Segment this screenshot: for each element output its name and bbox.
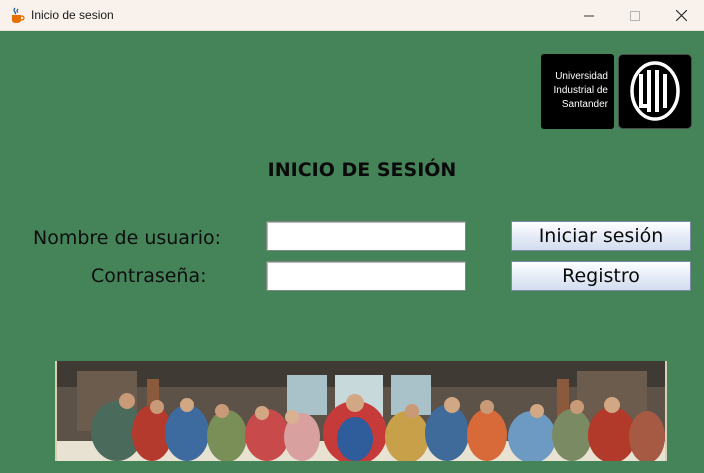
close-button[interactable] — [658, 0, 704, 31]
logo-line-1: Universidad — [555, 71, 608, 82]
login-button[interactable]: Iniciar sesión — [511, 221, 691, 251]
close-icon — [675, 6, 687, 25]
password-label: Contraseña: — [91, 265, 207, 287]
maximize-button[interactable] — [612, 0, 658, 31]
minimize-icon — [584, 6, 594, 25]
logo-wordmark: Universidad Industrial de Santander — [541, 54, 614, 129]
username-label: Nombre de usuario: — [33, 227, 222, 249]
register-button[interactable]: Registro — [511, 261, 691, 291]
login-window: Inicio de sesion Universidad Industrial … — [0, 0, 704, 473]
java-cup-icon — [9, 7, 25, 24]
university-logo: Universidad Industrial de Santander — [541, 54, 692, 129]
title-bar[interactable]: Inicio de sesion — [0, 0, 704, 31]
logo-line-2: Industrial de — [553, 85, 608, 96]
maximize-icon — [630, 6, 640, 25]
logo-line-3: Santander — [561, 99, 608, 110]
page-title: INICIO DE SESIÓN — [267, 159, 457, 181]
username-input[interactable] — [266, 221, 466, 251]
last-supper-banner-image — [55, 361, 667, 461]
window-title: Inicio de sesion — [31, 8, 114, 22]
uis-emblem-icon — [618, 54, 692, 129]
password-input[interactable] — [266, 261, 466, 291]
minimize-button[interactable] — [566, 0, 612, 31]
